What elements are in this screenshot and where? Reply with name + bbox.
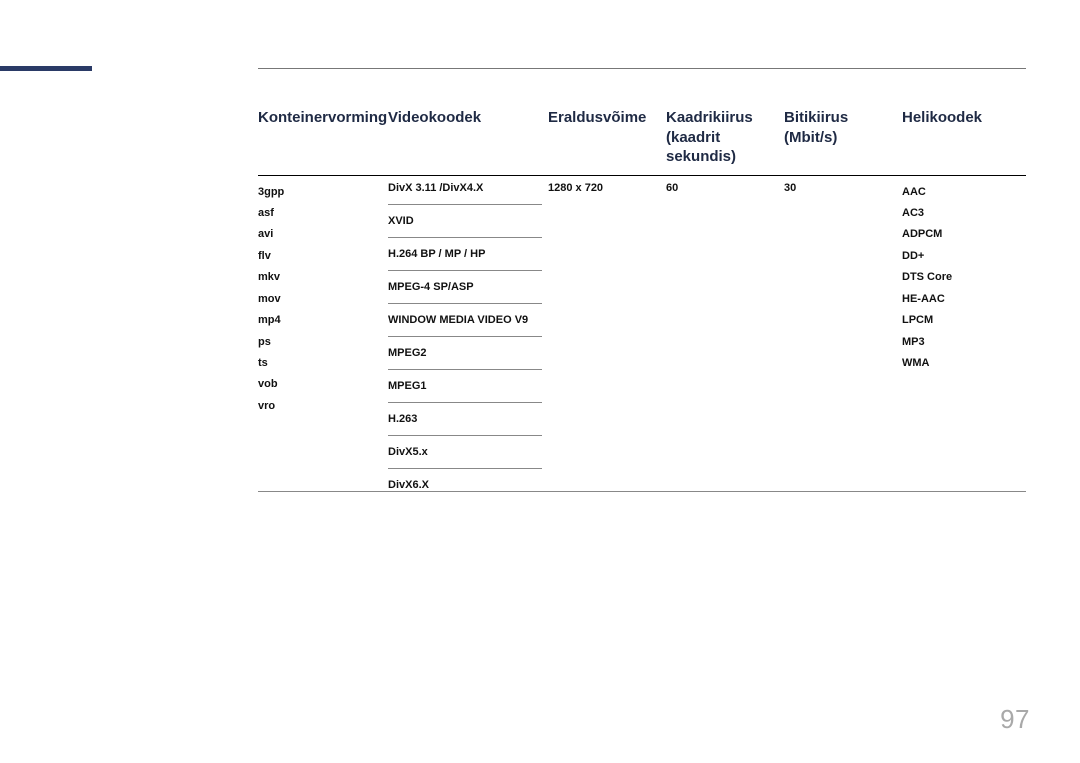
col-bitikiirus: Bitikiirus (Mbit/s)	[784, 100, 902, 175]
list-item: asf	[258, 203, 382, 224]
cell-resolution: 1280 x 720	[548, 175, 666, 491]
list-item: mp4	[258, 310, 382, 331]
col-videokoodek: Videokoodek	[388, 100, 548, 175]
cell-bitrate: 30	[784, 175, 902, 491]
cell-framerate: 60	[666, 175, 784, 491]
table-header-row: Konteinervorming Videokoodek Eraldusvõim…	[258, 100, 1026, 175]
list-item: DD+	[902, 246, 1020, 267]
videocodec-list: DivX 3.11 /DivX4.X XVID H.264 BP / MP / …	[388, 176, 542, 491]
col-kaadrikiirus: Kaadrikiirus (kaadrit sekundis)	[666, 100, 784, 175]
page-number: 97	[1000, 704, 1030, 735]
list-item: DTS Core	[902, 267, 1020, 288]
codec-table: Konteinervorming Videokoodek Eraldusvõim…	[258, 100, 1026, 492]
list-item: WINDOW MEDIA VIDEO V9	[388, 304, 542, 337]
list-item: HE-AAC	[902, 289, 1020, 310]
list-item: mkv	[258, 267, 382, 288]
list-item: XVID	[388, 205, 542, 238]
list-item: DivX 3.11 /DivX4.X	[388, 176, 542, 205]
cell-videocodecs: DivX 3.11 /DivX4.X XVID H.264 BP / MP / …	[388, 175, 548, 491]
audiocodec-list: AAC AC3 ADPCM DD+ DTS Core HE-AAC LPCM M…	[902, 182, 1020, 375]
list-item: DivX6.X	[388, 469, 542, 491]
list-item: MPEG2	[388, 337, 542, 370]
cell-containers: 3gpp asf avi flv mkv mov mp4 ps ts vob v…	[258, 175, 388, 491]
col-eraldusvoime: Eraldusvõime	[548, 100, 666, 175]
list-item: MPEG1	[388, 370, 542, 403]
cell-audiocodecs: AAC AC3 ADPCM DD+ DTS Core HE-AAC LPCM M…	[902, 175, 1026, 491]
list-item: DivX5.x	[388, 436, 542, 469]
list-item: ADPCM	[902, 224, 1020, 245]
table-row: 3gpp asf avi flv mkv mov mp4 ps ts vob v…	[258, 175, 1026, 491]
list-item: avi	[258, 224, 382, 245]
container-list: 3gpp asf avi flv mkv mov mp4 ps ts vob v…	[258, 182, 382, 418]
col-konteinervorming: Konteinervorming	[258, 100, 388, 175]
list-item: AC3	[902, 203, 1020, 224]
top-rule	[258, 68, 1026, 69]
list-item: WMA	[902, 353, 1020, 374]
list-item: ps	[258, 332, 382, 353]
list-item: H.263	[388, 403, 542, 436]
list-item: mov	[258, 289, 382, 310]
list-item: ts	[258, 353, 382, 374]
list-item: vob	[258, 374, 382, 395]
accent-bar	[0, 66, 92, 71]
list-item: 3gpp	[258, 182, 382, 203]
list-item: MPEG-4 SP/ASP	[388, 271, 542, 304]
list-item: MP3	[902, 332, 1020, 353]
list-item: vro	[258, 396, 382, 417]
list-item: H.264 BP / MP / HP	[388, 238, 542, 271]
col-helikoodek: Helikoodek	[902, 100, 1026, 175]
list-item: AAC	[902, 182, 1020, 203]
list-item: LPCM	[902, 310, 1020, 331]
list-item: flv	[258, 246, 382, 267]
